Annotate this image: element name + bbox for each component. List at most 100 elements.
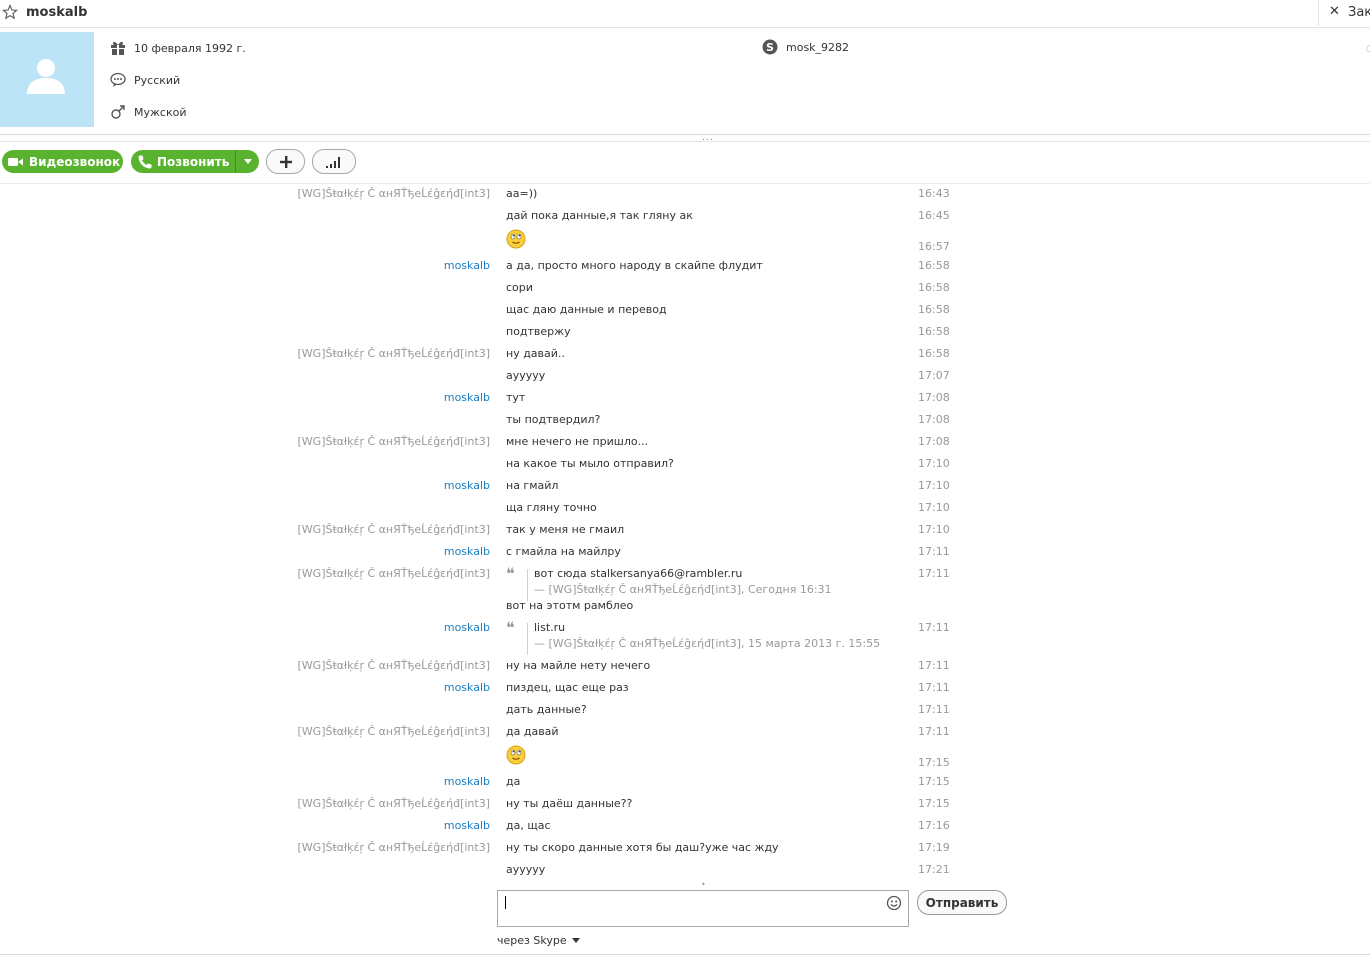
signal-bars-icon — [326, 156, 340, 168]
quote-icon: ❝ — [506, 564, 515, 583]
message-text: да давай — [506, 725, 559, 738]
gender-text: Мужской — [134, 105, 187, 119]
add-participant-button[interactable] — [266, 149, 305, 174]
emoticon-picker-icon[interactable] — [886, 895, 902, 911]
message-time: 17:10 — [918, 523, 950, 536]
message-text: пиздец, щас еще раз — [506, 681, 629, 694]
message-text: на гмайл — [506, 479, 559, 492]
message-sender[interactable]: [WG]Šŧαłķέŗ Č αнЯŤђеĹέĝεήđ[int3] — [298, 523, 491, 536]
message-sender[interactable]: moskalb — [444, 479, 490, 492]
message-text: так у меня не гмаил — [506, 523, 625, 536]
message-sender[interactable]: moskalb — [444, 259, 490, 272]
message-sender[interactable]: moskalb — [444, 545, 490, 558]
message-text: ща гляну точно — [506, 501, 597, 514]
male-symbol-icon — [110, 104, 126, 120]
send-button[interactable]: Отправить — [917, 890, 1007, 915]
message-sender[interactable]: [WG]Šŧαłķέŗ Č αнЯŤђеĹέĝεήđ[int3] — [298, 347, 491, 360]
birthday-text: 10 февраля 1992 г. — [134, 41, 246, 55]
profile-divider-2 — [0, 141, 1370, 142]
video-call-button[interactable]: Видеозвонок — [2, 150, 123, 173]
star-icon[interactable] — [2, 4, 18, 20]
message-time: 17:15 — [918, 775, 950, 788]
smile-emoticon-icon — [506, 229, 526, 249]
message-time: 16:43 — [918, 187, 950, 200]
message-time: 16:58 — [918, 303, 950, 316]
call-button[interactable]: Позвонить — [131, 150, 259, 173]
input-resize-grip[interactable]: • — [701, 880, 706, 889]
message-time: 17:10 — [918, 501, 950, 514]
close-tab-button[interactable]: ✕ Зак — [1318, 0, 1370, 26]
message-text: да, щас — [506, 819, 551, 832]
message-sender[interactable]: moskalb — [444, 819, 490, 832]
message-time: 17:10 — [918, 457, 950, 470]
gift-icon — [110, 40, 126, 56]
message-time: 16:58 — [918, 281, 950, 294]
title-bar: moskalb ✕ Зак — [0, 0, 1370, 28]
message-time: 17:11 — [918, 659, 950, 672]
message-text: сори — [506, 281, 533, 294]
message-sender[interactable]: [WG]Šŧαłķέŗ Č αнЯŤђеĹέĝεήđ[int3] — [298, 435, 491, 448]
skype-name-text: mosk_9282 — [786, 40, 850, 54]
send-via-selector[interactable]: через Skype — [497, 934, 580, 947]
message-time: 17:11 — [918, 681, 950, 694]
message-time: 17:16 — [918, 819, 950, 832]
quote-source: — [WG]Šŧαłķέŗ Č αнЯŤђеĹέĝεήđ[int3], Сего… — [534, 583, 832, 596]
message-text: мне нечего не пришло... — [506, 435, 649, 448]
message-text: щас даю данные и перевод — [506, 303, 667, 316]
svg-text:S: S — [766, 41, 774, 54]
close-label: Зак — [1348, 5, 1370, 20]
smile-emoticon-icon — [506, 745, 526, 765]
message-text: ну давай.. — [506, 347, 565, 360]
message-sender[interactable]: [WG]Šŧαłķέŗ Č αнЯŤђеĹέĝεήđ[int3] — [298, 725, 491, 738]
speech-bubble-icon — [110, 72, 126, 88]
message-text: ты подтвердил? — [506, 413, 601, 426]
profile-divider — [0, 134, 1370, 135]
message-time: 17:10 — [918, 479, 950, 492]
message-sender[interactable]: moskalb — [444, 621, 490, 634]
message-text: да — [506, 775, 521, 788]
message-input[interactable] — [497, 890, 909, 927]
birthday-row: 10 февраля 1992 г. — [110, 39, 246, 57]
message-text: ну ты скоро данные хотя бы даш?уже час ж… — [506, 841, 779, 854]
message-sender[interactable]: moskalb — [444, 775, 490, 788]
message-sender[interactable]: moskalb — [444, 681, 490, 694]
message-time: 16:58 — [918, 325, 950, 338]
message-time: 17:08 — [918, 435, 950, 448]
quote-bar — [527, 623, 528, 655]
quote-bar — [527, 569, 528, 601]
chevron-down-icon — [571, 938, 580, 943]
message-time: 17:15 — [918, 756, 950, 769]
message-text: ауyyyy — [506, 369, 546, 382]
message-text: на какое ты мыло отправил? — [506, 457, 674, 470]
message-time: 16:58 — [918, 259, 950, 272]
skype-logo-icon: S — [762, 39, 778, 55]
message-time: 17:11 — [918, 725, 950, 738]
message-text: дай пока данные,я так гляну ак — [506, 209, 693, 222]
message-text: подтвержу — [506, 325, 571, 338]
message-sender[interactable]: [WG]Šŧαłķέŗ Č αнЯŤђеĹέĝεήđ[int3] — [298, 187, 491, 200]
close-icon: ✕ — [1329, 4, 1340, 19]
message-time: 17:11 — [918, 621, 950, 634]
call-button-main[interactable]: Позвонить — [131, 150, 235, 173]
message-sender[interactable]: [WG]Šŧαłķέŗ Č αнЯŤђеĹέĝεήđ[int3] — [298, 841, 491, 854]
message-sender[interactable]: moskalb — [444, 391, 490, 404]
message-sender[interactable]: [WG]Šŧαłķέŗ Č αнЯŤђеĹέĝεήđ[int3] — [298, 659, 491, 672]
chat-top-divider — [0, 183, 1370, 184]
message-time: 17:11 — [918, 545, 950, 558]
message-time: 17:08 — [918, 413, 950, 426]
call-options-dropdown[interactable] — [236, 150, 259, 173]
call-quality-button[interactable] — [312, 149, 356, 174]
message-time: 16:58 — [918, 347, 950, 360]
language-row: Русский — [110, 71, 180, 89]
call-label: Позвонить — [157, 154, 230, 169]
message-sender[interactable]: [WG]Šŧαłķέŗ Č αнЯŤђеĹέĝεήđ[int3] — [298, 567, 491, 580]
message-time: 17:21 — [918, 863, 950, 876]
message-time: 16:45 — [918, 209, 950, 222]
user-silhouette-icon — [27, 59, 65, 94]
message-time: 16:57 — [918, 240, 950, 253]
message-time: 17:11 — [918, 567, 950, 580]
message-sender[interactable]: [WG]Šŧαłķέŗ Č αнЯŤђеĹέĝεήđ[int3] — [298, 797, 491, 810]
quote-source: — [WG]Šŧαłķέŗ Č αнЯŤђеĹέĝεήđ[int3], 15 м… — [534, 637, 881, 650]
avatar[interactable] — [0, 32, 94, 127]
more-dot: ○ — [1366, 44, 1370, 54]
